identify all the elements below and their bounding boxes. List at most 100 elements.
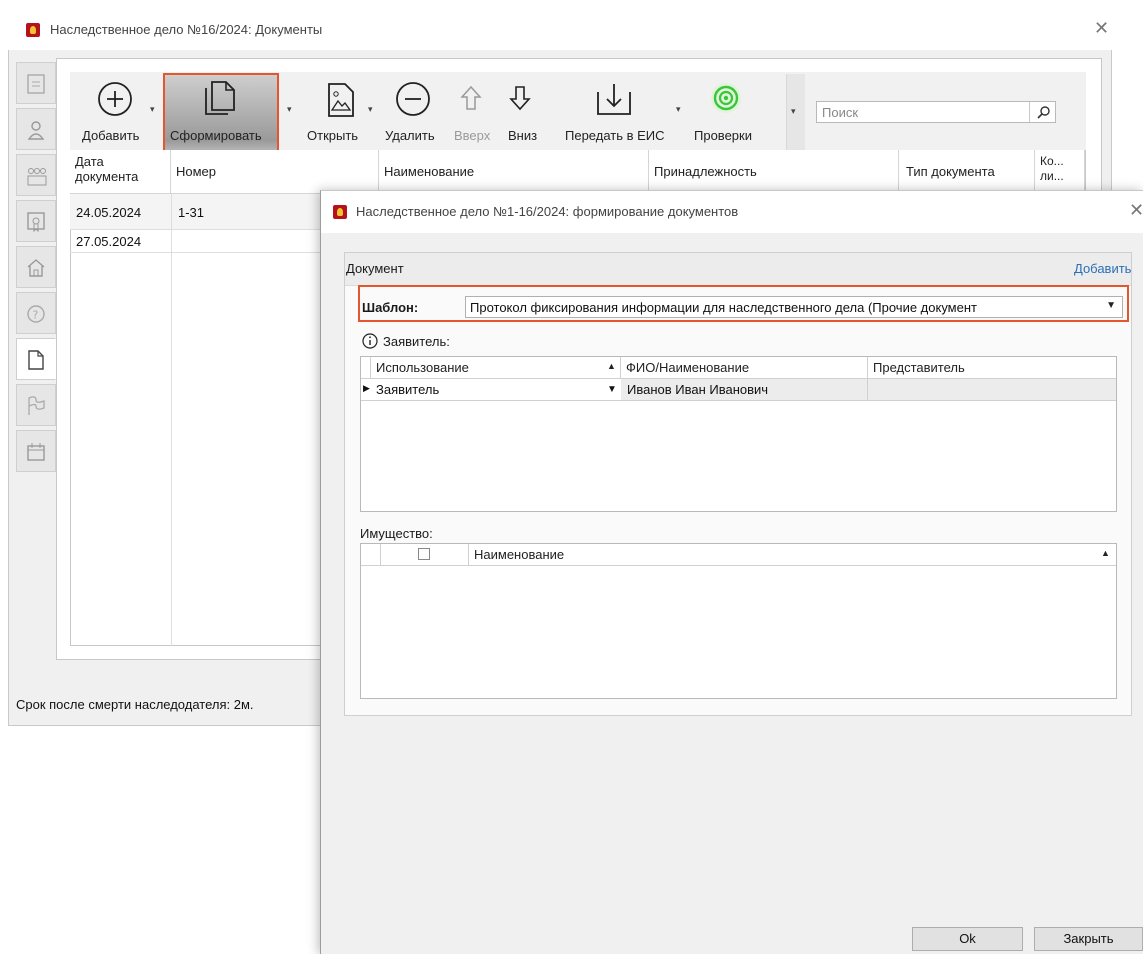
applicant-label: Заявитель: xyxy=(383,334,450,349)
flag-icon xyxy=(28,396,45,415)
usage-cell[interactable]: Заявитель xyxy=(376,382,439,397)
open-dropdown-caret[interactable]: ▾ xyxy=(368,104,373,115)
delete-button[interactable]: Удалить xyxy=(384,78,446,148)
column-header-count-text: Ко... ли... xyxy=(1040,154,1064,183)
column-divider xyxy=(867,379,868,400)
column-header-date[interactable]: Дата документа xyxy=(70,150,171,194)
column-header-name[interactable]: Наименование xyxy=(379,150,649,194)
send-eis-dropdown-caret[interactable]: ▾ xyxy=(676,104,681,115)
minus-circle-icon xyxy=(396,82,430,116)
send-eis-button[interactable]: ▾ Передать в ЕИС xyxy=(560,78,684,148)
column-header-number-text: Номер xyxy=(176,164,217,179)
column-header-representative-text: Представитель xyxy=(873,360,965,375)
tab-documents[interactable] xyxy=(16,338,56,380)
tab-heirs[interactable] xyxy=(16,154,56,196)
select-all-header xyxy=(381,544,469,566)
search-input[interactable]: Поиск xyxy=(816,101,1056,123)
column-header-number[interactable]: Номер xyxy=(171,150,379,194)
image-document-icon xyxy=(328,83,354,117)
window-titlebar: Наследственное дело №16/2024: Документы … xyxy=(8,10,1112,50)
chevron-down-icon[interactable]: ▼ xyxy=(1106,300,1116,311)
row-number: 1-31 xyxy=(178,205,205,220)
column-divider xyxy=(171,194,172,646)
move-up-button[interactable]: Вверх xyxy=(450,78,492,148)
checks-button[interactable]: Проверки xyxy=(688,78,764,148)
column-header-representative[interactable]: Представитель xyxy=(868,357,1116,379)
move-down-label: Вниз xyxy=(508,128,538,143)
dialog-close-icon[interactable]: ✕ xyxy=(1129,200,1143,221)
tab-overview[interactable] xyxy=(16,62,56,104)
column-header-count[interactable]: Ко... ли... xyxy=(1035,150,1085,194)
arrow-down-icon xyxy=(509,86,531,111)
column-header-usage[interactable]: Использование ▲ xyxy=(371,357,621,379)
select-all-checkbox[interactable] xyxy=(418,548,430,560)
column-header-usage-text: Использование xyxy=(376,360,469,375)
document-icon xyxy=(28,350,44,370)
tab-calendar[interactable] xyxy=(16,430,56,472)
search-icon[interactable] xyxy=(1037,105,1051,119)
card-list-icon xyxy=(27,74,45,94)
column-header-fio[interactable]: ФИО/Наименование xyxy=(621,357,868,379)
add-document-link[interactable]: Добавить xyxy=(1074,261,1131,276)
move-down-button[interactable]: Вниз xyxy=(496,78,546,148)
house-icon xyxy=(27,259,45,277)
group-icon xyxy=(27,168,47,186)
row-divider xyxy=(70,252,320,253)
row-indicator-header xyxy=(361,544,381,566)
ok-button[interactable]: Ok xyxy=(912,927,1023,951)
row-indicator-header xyxy=(361,357,371,379)
tab-flag[interactable] xyxy=(16,384,56,426)
app-logo-icon xyxy=(333,205,347,219)
row-date: 24.05.2024 xyxy=(76,205,142,220)
column-header-owner[interactable]: Принадлежность xyxy=(649,150,899,194)
sort-asc-icon: ▲ xyxy=(1101,548,1110,558)
property-label: Имущество: xyxy=(360,526,433,541)
arrow-up-icon xyxy=(460,85,482,110)
table-row[interactable]: ▶ Заявитель ▼ Иванов Иван Иванович xyxy=(361,379,1116,401)
certificate-icon xyxy=(27,212,45,233)
document-panel-header: Документ Добавить xyxy=(345,253,1131,286)
row-date: 27.05.2024 xyxy=(76,234,142,249)
document-panel-title: Документ xyxy=(346,261,404,276)
search-divider xyxy=(1029,102,1030,122)
sort-asc-icon: ▲ xyxy=(607,361,616,371)
column-header-type-text: Тип документа xyxy=(906,164,995,179)
move-up-label: Вверх xyxy=(454,128,491,143)
radar-check-icon xyxy=(711,83,741,113)
generate-dropdown-caret[interactable]: ▾ xyxy=(287,104,292,115)
column-header-fio-text: ФИО/Наименование xyxy=(626,360,750,375)
add-button[interactable]: ▾ Добавить xyxy=(74,78,158,148)
overflow-caret: ▾ xyxy=(791,106,796,116)
column-header-name-text: Наименование xyxy=(384,164,475,179)
side-tabs: ? xyxy=(16,62,56,672)
row-pointer-icon: ▶ xyxy=(363,383,370,393)
column-header-date-text: Дата документа xyxy=(75,154,139,184)
chevron-down-icon[interactable]: ▼ xyxy=(607,384,617,395)
template-value: Протокол фиксирования информации для нас… xyxy=(470,300,977,315)
column-header-property-name[interactable]: Наименование ▲ xyxy=(469,544,1116,566)
delete-label: Удалить xyxy=(385,128,435,143)
template-label: Шаблон: xyxy=(362,300,419,315)
tab-help[interactable]: ? xyxy=(16,292,56,334)
property-table xyxy=(360,543,1117,699)
generate-highlight xyxy=(163,73,279,152)
tab-certificate[interactable] xyxy=(16,200,56,242)
column-header-type[interactable]: Тип документа xyxy=(899,150,1035,194)
calendar-icon xyxy=(27,443,45,461)
fio-cell[interactable]: Иванов Иван Иванович xyxy=(627,382,768,397)
close-button[interactable]: Закрыть xyxy=(1034,927,1143,951)
send-eis-label: Передать в ЕИС xyxy=(565,128,665,143)
info-icon[interactable] xyxy=(362,333,378,349)
tab-person[interactable] xyxy=(16,108,56,150)
toolbar-overflow[interactable]: ▾ xyxy=(786,74,805,150)
add-dropdown-caret[interactable]: ▾ xyxy=(150,104,155,115)
person-icon xyxy=(27,121,45,140)
app-logo-icon xyxy=(26,23,40,37)
svg-text:?: ? xyxy=(33,309,39,322)
open-button[interactable]: ▾ Открыть xyxy=(298,78,382,148)
add-label: Добавить xyxy=(82,128,140,143)
template-select[interactable]: Протокол фиксирования информации для нас… xyxy=(465,296,1123,318)
tab-property[interactable] xyxy=(16,246,56,288)
dialog-title: Наследственное дело №1-16/2024: формиров… xyxy=(356,204,739,219)
close-icon[interactable]: ✕ xyxy=(1094,18,1109,39)
